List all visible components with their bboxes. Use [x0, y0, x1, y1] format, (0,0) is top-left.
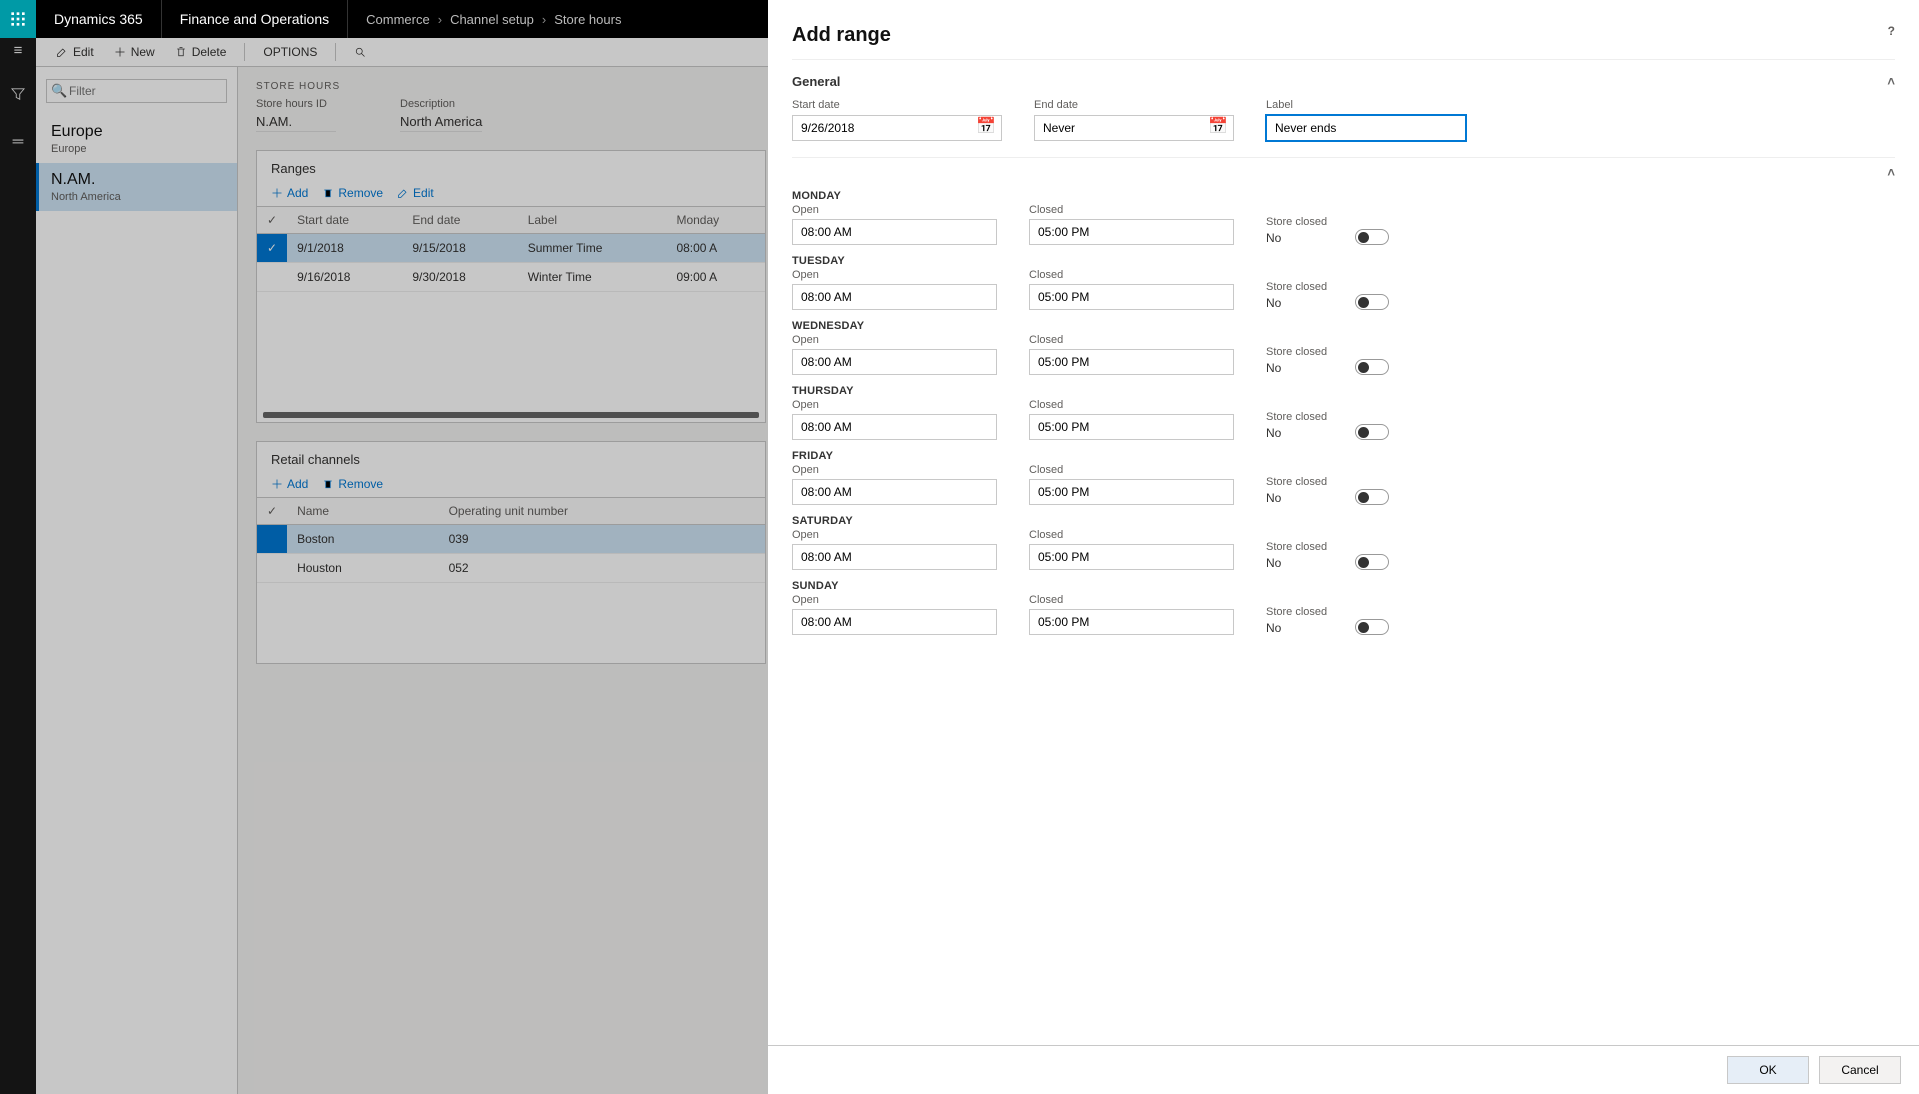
app-launcher-icon[interactable]: [0, 0, 36, 38]
store-closed-toggle[interactable]: [1355, 424, 1389, 440]
open-time-input[interactable]: [792, 609, 997, 635]
chevron-right-icon: ›: [542, 12, 546, 27]
breadcrumb-item[interactable]: Commerce: [366, 12, 430, 27]
add-range-panel: Add range ? General ˄ Start date 📅 End d…: [768, 0, 1919, 1094]
day-name: WEDNESDAY: [792, 320, 1895, 332]
day-block: FRIDAY Open Closed Store closed No: [792, 450, 1895, 505]
start-date-input[interactable]: [792, 115, 1002, 141]
day-block: WEDNESDAY Open Closed Store closed No: [792, 320, 1895, 375]
day-name: SUNDAY: [792, 580, 1895, 592]
store-closed-toggle[interactable]: [1355, 554, 1389, 570]
label-input[interactable]: [1266, 115, 1466, 141]
field-label: Store closed: [1266, 281, 1327, 293]
close-time-input[interactable]: [1029, 479, 1234, 505]
store-closed-toggle[interactable]: [1355, 359, 1389, 375]
panel-title: Add range: [792, 24, 891, 47]
field-label: Open: [792, 204, 997, 216]
breadcrumb: Commerce › Channel setup › Store hours: [348, 12, 639, 27]
day-name: FRIDAY: [792, 450, 1895, 462]
store-closed-value: No: [1266, 231, 1327, 245]
day-name: MONDAY: [792, 190, 1895, 202]
field-label: Closed: [1029, 204, 1234, 216]
list-icon[interactable]: ═: [13, 133, 24, 150]
field-label: Open: [792, 529, 997, 541]
field-label: Store closed: [1266, 476, 1327, 488]
store-closed-toggle[interactable]: [1355, 229, 1389, 245]
store-closed-value: No: [1266, 556, 1327, 570]
open-time-input[interactable]: [792, 349, 997, 375]
store-closed-value: No: [1266, 491, 1327, 505]
field-label: Label: [1266, 99, 1466, 111]
breadcrumb-item[interactable]: Channel setup: [450, 12, 534, 27]
field-label: Closed: [1029, 269, 1234, 281]
brand-label: Dynamics 365: [36, 0, 162, 38]
field-label: Closed: [1029, 399, 1234, 411]
section-days: ˄ MONDAY Open Closed Store closed No TUE…: [792, 157, 1895, 635]
field-label: Start date: [792, 99, 1002, 111]
store-closed-toggle[interactable]: [1355, 294, 1389, 310]
open-time-input[interactable]: [792, 414, 997, 440]
day-block: SATURDAY Open Closed Store closed No: [792, 515, 1895, 570]
field-label: Store closed: [1266, 541, 1327, 553]
store-closed-value: No: [1266, 621, 1327, 635]
section-general: General ˄ Start date 📅 End date 📅 Label: [792, 59, 1895, 157]
open-time-input[interactable]: [792, 219, 997, 245]
panel-footer: OK Cancel: [768, 1045, 1919, 1094]
close-time-input[interactable]: [1029, 609, 1234, 635]
field-label: Store closed: [1266, 606, 1327, 618]
store-closed-value: No: [1266, 296, 1327, 310]
store-closed-toggle[interactable]: [1355, 489, 1389, 505]
field-label: Store closed: [1266, 411, 1327, 423]
day-block: MONDAY Open Closed Store closed No: [792, 190, 1895, 245]
open-time-input[interactable]: [792, 284, 997, 310]
field-label: Closed: [1029, 334, 1234, 346]
day-name: SATURDAY: [792, 515, 1895, 527]
close-time-input[interactable]: [1029, 284, 1234, 310]
breadcrumb-item[interactable]: Store hours: [554, 12, 621, 27]
close-time-input[interactable]: [1029, 414, 1234, 440]
close-time-input[interactable]: [1029, 349, 1234, 375]
field-label: Open: [792, 269, 997, 281]
section-header[interactable]: General ˄: [792, 60, 1895, 99]
close-time-input[interactable]: [1029, 544, 1234, 570]
chevron-up-icon: ˄: [1887, 165, 1895, 180]
cancel-button[interactable]: Cancel: [1819, 1056, 1901, 1084]
field-label: Store closed: [1266, 346, 1327, 358]
store-closed-value: No: [1266, 361, 1327, 375]
section-header[interactable]: ˄: [792, 158, 1895, 182]
field-label: Open: [792, 399, 997, 411]
field-label: Closed: [1029, 529, 1234, 541]
day-block: TUESDAY Open Closed Store closed No: [792, 255, 1895, 310]
field-label: Open: [792, 594, 997, 606]
open-time-input[interactable]: [792, 544, 997, 570]
field-label: Open: [792, 464, 997, 476]
field-label: Store closed: [1266, 216, 1327, 228]
field-label: Closed: [1029, 594, 1234, 606]
field-label: Open: [792, 334, 997, 346]
chevron-up-icon: ˄: [1887, 74, 1895, 89]
store-closed-toggle[interactable]: [1355, 619, 1389, 635]
day-name: TUESDAY: [792, 255, 1895, 267]
day-block: SUNDAY Open Closed Store closed No: [792, 580, 1895, 635]
close-time-input[interactable]: [1029, 219, 1234, 245]
product-label: Finance and Operations: [162, 0, 348, 38]
ok-button[interactable]: OK: [1727, 1056, 1809, 1084]
end-date-input[interactable]: [1034, 115, 1234, 141]
store-closed-value: No: [1266, 426, 1327, 440]
day-block: THURSDAY Open Closed Store closed No: [792, 385, 1895, 440]
filter-icon[interactable]: [11, 87, 25, 105]
day-name: THURSDAY: [792, 385, 1895, 397]
field-label: End date: [1034, 99, 1234, 111]
field-label: Closed: [1029, 464, 1234, 476]
hamburger-icon[interactable]: ≡: [14, 42, 23, 59]
left-rail: ≡ ═: [0, 38, 36, 1094]
chevron-right-icon: ›: [438, 12, 442, 27]
open-time-input[interactable]: [792, 479, 997, 505]
help-icon[interactable]: ?: [1888, 24, 1895, 47]
